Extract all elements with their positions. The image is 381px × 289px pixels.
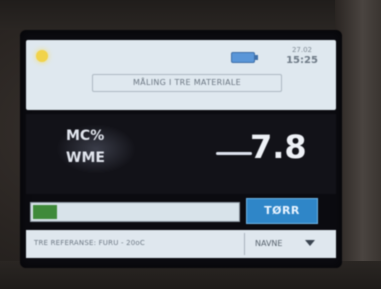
header-panel: 27.02 15:25 MÅLING I TRE MATERIALE — [26, 40, 336, 110]
moisture-level-bar — [30, 202, 240, 222]
reading-area: MC% WME 7.8 — [26, 114, 336, 194]
wood-moisture-equivalent-label: WME — [66, 150, 105, 166]
chevron-down-icon — [305, 240, 315, 246]
reference-text: TRE REFERANSE: FURU - 20oC — [34, 239, 145, 247]
reading-value: 7.8 — [250, 128, 307, 166]
material-dropdown[interactable]: NAVNE — [244, 233, 332, 255]
reading-dash — [216, 152, 252, 155]
dropdown-label: NAVNE — [255, 239, 283, 248]
status-badge[interactable]: TØRR — [246, 198, 318, 224]
moisture-content-label: MC% — [66, 128, 105, 144]
date-text: 27.02 — [291, 46, 313, 54]
footer-bar: TRE REFERANSE: FURU - 20oC NAVNE — [26, 230, 336, 258]
time-text: 15:25 — [286, 55, 318, 66]
sun-icon — [36, 50, 48, 62]
measurement-mode-label[interactable]: MÅLING I TRE MATERIALE — [92, 74, 282, 92]
device-screen: 27.02 15:25 MÅLING I TRE MATERIALE MC% W… — [20, 30, 342, 268]
battery-icon — [231, 52, 258, 63]
moisture-level-fill — [33, 205, 57, 219]
bezel-top — [0, 0, 381, 30]
device-casing: 27.02 15:25 MÅLING I TRE MATERIALE MC% W… — [0, 0, 381, 289]
